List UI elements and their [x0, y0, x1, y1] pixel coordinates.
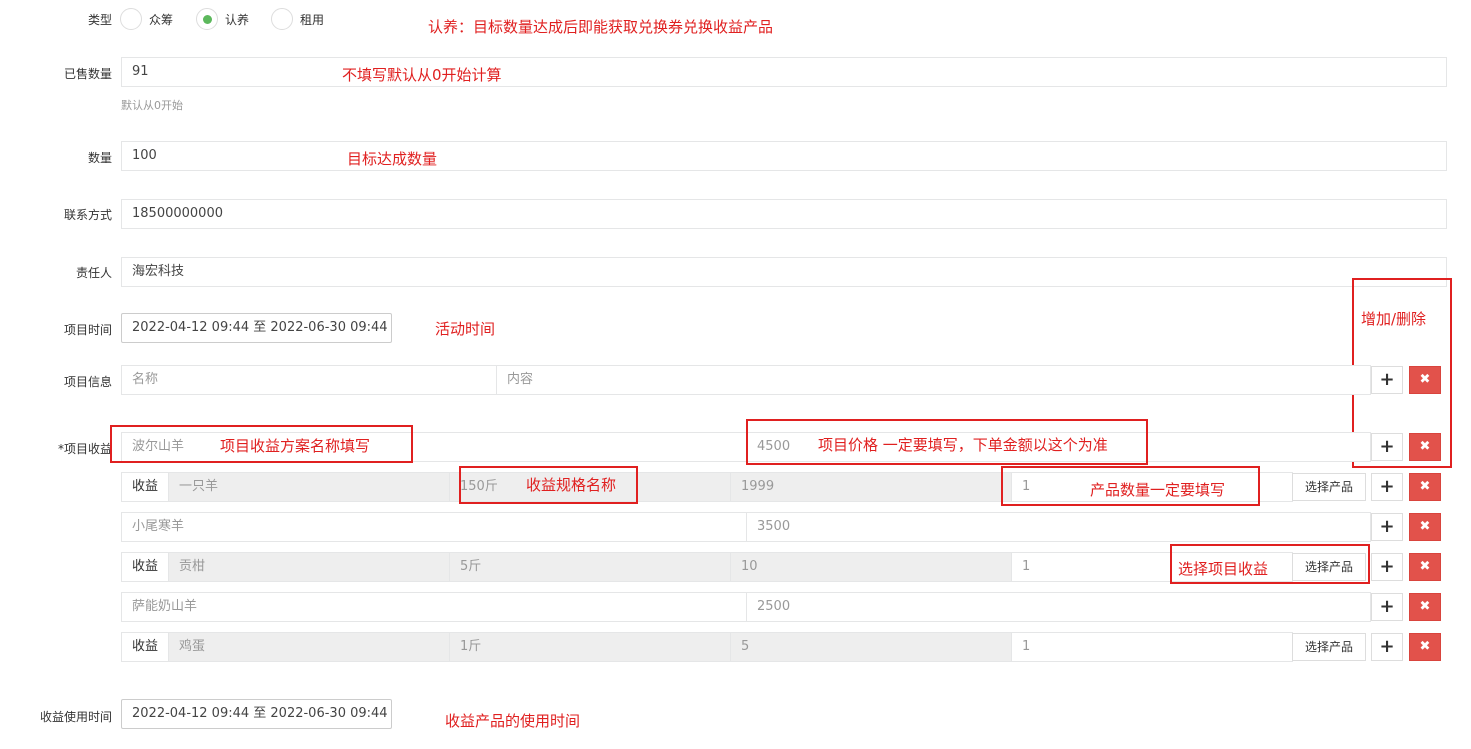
select-product-button[interactable]: 选择产品 — [1292, 633, 1366, 661]
annotation-price: 项目价格 一定要填写，下单金额以这个为准 — [818, 436, 1108, 454]
product-price-input[interactable]: 5 — [730, 632, 1012, 662]
product-name-input[interactable]: 一只羊 — [168, 472, 450, 502]
contact-label: 联系方式 — [63, 208, 112, 222]
plan-price-input[interactable]: 2500 — [746, 592, 1371, 622]
add-plan-button[interactable]: + — [1371, 433, 1403, 461]
quantity-input[interactable]: 100 — [121, 141, 1447, 171]
delete-product-button[interactable]: ✖ — [1409, 473, 1441, 501]
add-info-button[interactable]: + — [1371, 366, 1403, 394]
add-product-button[interactable]: + — [1371, 633, 1403, 661]
annotation-sold: 不填写默认从0开始计算 — [342, 66, 502, 84]
delete-info-button[interactable]: ✖ — [1409, 366, 1441, 394]
project-info-name-input[interactable]: 名称 — [121, 365, 497, 395]
radio-rent-label: 租用 — [300, 13, 325, 27]
project-info-content-input[interactable]: 内容 — [496, 365, 1371, 395]
delete-plan-button[interactable]: ✖ — [1409, 433, 1441, 461]
product-price-input[interactable]: 10 — [730, 552, 1012, 582]
delete-product-button[interactable]: ✖ — [1409, 633, 1441, 661]
income-addon: 收益 — [121, 472, 169, 502]
plan-name-input[interactable]: 萨能奶山羊 — [121, 592, 747, 622]
annotation-income-time: 收益产品的使用时间 — [445, 712, 581, 730]
product-qty-input[interactable]: 1 — [1011, 632, 1293, 662]
add-product-button[interactable]: + — [1371, 473, 1403, 501]
product-name-input[interactable]: 鸡蛋 — [168, 632, 450, 662]
delete-product-button[interactable]: ✖ — [1409, 553, 1441, 581]
income-time-label: 收益使用时间 — [39, 710, 112, 724]
income-time-input[interactable]: 2022-04-12 09:44 至 2022-06-30 09:44 ▦ — [121, 699, 392, 729]
owner-input[interactable]: 海宏科技 — [121, 257, 1447, 287]
annotation-type: 认养：目标数量达成后即能获取兑换券兑换收益产品 — [428, 18, 774, 36]
annotation-pick: 选择项目收益 — [1178, 560, 1269, 578]
income-time-value: 2022-04-12 09:44 至 2022-06-30 09:44 — [132, 706, 388, 721]
project-time-input[interactable]: 2022-04-12 09:44 至 2022-06-30 09:44 ▦ — [121, 313, 392, 343]
annotation-spec: 收益规格名称 — [526, 476, 617, 494]
radio-adopt-label: 认养 — [225, 13, 250, 27]
quantity-label: 数量 — [87, 151, 112, 165]
annotation-quantity: 目标达成数量 — [347, 150, 438, 168]
product-price-input[interactable]: 1999 — [730, 472, 1012, 502]
delete-plan-button[interactable]: ✖ — [1409, 513, 1441, 541]
income-addon: 收益 — [121, 552, 169, 582]
sold-help-text: 默认从0开始 — [121, 99, 183, 112]
select-product-button[interactable]: 选择产品 — [1292, 473, 1366, 501]
project-time-label: 项目时间 — [63, 323, 112, 337]
product-spec-input[interactable]: 1斤 — [449, 632, 731, 662]
radio-crowdfunding-label: 众筹 — [149, 13, 174, 27]
radio-adopt[interactable] — [196, 8, 218, 30]
product-spec-input[interactable]: 5斤 — [449, 552, 731, 582]
annotation-product-qty: 产品数量一定要填写 — [1090, 481, 1226, 499]
delete-plan-button[interactable]: ✖ — [1409, 593, 1441, 621]
annotation-plan-name: 项目收益方案名称填写 — [220, 437, 371, 455]
plan-price-input[interactable]: 3500 — [746, 512, 1371, 542]
add-plan-button[interactable]: + — [1371, 513, 1403, 541]
annotation-time: 活动时间 — [435, 320, 496, 338]
sold-input[interactable]: 91 — [121, 57, 1447, 87]
product-name-input[interactable]: 贡柑 — [168, 552, 450, 582]
radio-rent[interactable] — [271, 8, 293, 30]
annotation-add-del: 增加/删除 — [1361, 310, 1427, 328]
plan-name-input[interactable]: 小尾寒羊 — [121, 512, 747, 542]
add-plan-button[interactable]: + — [1371, 593, 1403, 621]
project-income-label: *项目收益 — [57, 442, 112, 456]
type-label: 类型 — [87, 13, 112, 27]
income-addon: 收益 — [121, 632, 169, 662]
owner-label: 责任人 — [75, 266, 112, 280]
contact-input[interactable]: 18500000000 — [121, 199, 1447, 229]
project-info-label: 项目信息 — [63, 375, 112, 389]
sold-label: 已售数量 — [63, 67, 112, 81]
project-time-value: 2022-04-12 09:44 至 2022-06-30 09:44 — [132, 320, 388, 335]
radio-crowdfunding[interactable] — [120, 8, 142, 30]
add-product-button[interactable]: + — [1371, 553, 1403, 581]
